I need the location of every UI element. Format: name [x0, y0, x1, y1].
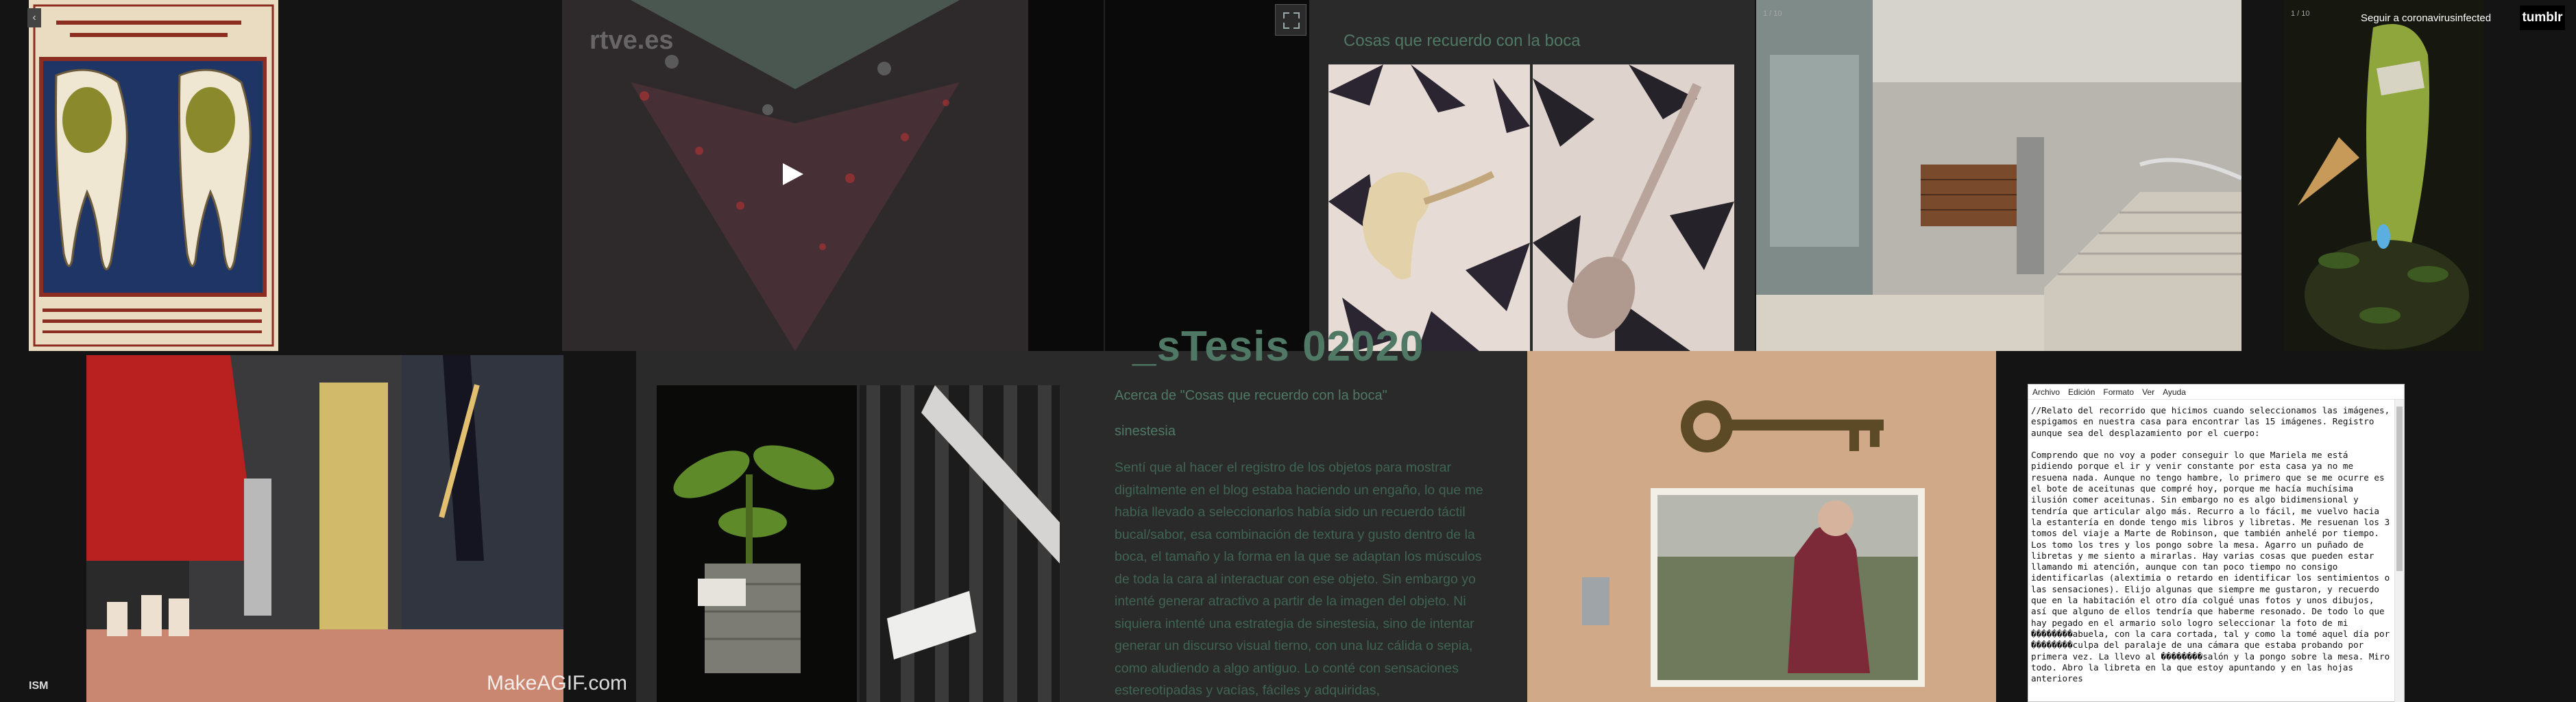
menu-formato[interactable]: Formato [2103, 387, 2134, 399]
tag-link[interactable]: sinestesia [1115, 424, 1176, 439]
dark-divider [1104, 0, 1105, 351]
scrollbar-thumb[interactable] [2396, 407, 2403, 571]
menu-ver[interactable]: Ver [2142, 387, 2154, 399]
makeagif-watermark: MakeAGIF.com [487, 672, 628, 694]
teeth-manuscript-image[interactable] [29, 0, 278, 351]
notepad-menu-bar: Archivo Edición Formato Ver Ayuda [2028, 385, 2404, 400]
dark-divider [1028, 0, 1309, 351]
post-title-link[interactable]: Acerca de "Cosas que recuerdo con la boc… [1115, 388, 1387, 404]
bottle-plant-photo[interactable] [2284, 0, 2483, 351]
follow-button[interactable]: Seguir a coronavirusinfected [2357, 10, 2495, 27]
notepad-window[interactable]: Archivo Edición Formato Ver Ayuda //Rela… [2028, 384, 2405, 702]
tumblr-logo[interactable]: tumblr [2520, 5, 2565, 30]
photoset-counter: 1 / 10 [2291, 10, 2310, 18]
menu-edicion[interactable]: Edición [2068, 387, 2095, 399]
corner-logo: ISM [29, 680, 49, 692]
radiator-photo[interactable] [860, 385, 1060, 702]
plant-tin-photo[interactable] [657, 385, 857, 702]
rtve-watermark: rtve.es [590, 26, 674, 55]
play-icon[interactable] [781, 162, 805, 186]
spoon-photo[interactable] [1533, 64, 1734, 351]
post-body: Sentí que al hacer el registro de los ob… [1115, 460, 1483, 698]
gif-video-tile[interactable] [86, 355, 563, 702]
post-title[interactable]: Cosas que recuerdo con la boca [1344, 32, 1581, 51]
key-and-photo-image[interactable] [1527, 351, 1996, 702]
photoset-counter: 1 / 10 [1763, 10, 1782, 18]
menu-archivo[interactable]: Archivo [2032, 387, 2060, 399]
notepad-scrollbar[interactable] [2394, 400, 2404, 702]
previous-arrow-icon[interactable]: ‹ [27, 8, 41, 27]
expand-icon[interactable] [1275, 4, 1307, 36]
lobby-photo[interactable] [1756, 0, 2241, 351]
menu-ayuda[interactable]: Ayuda [2163, 387, 2186, 399]
notepad-text[interactable]: //Relato del recorrido que hicimos cuand… [2028, 400, 2404, 701]
blog-title[interactable]: _sTesis 02020 [1132, 322, 1424, 371]
garlic-photo[interactable] [1328, 64, 1530, 351]
